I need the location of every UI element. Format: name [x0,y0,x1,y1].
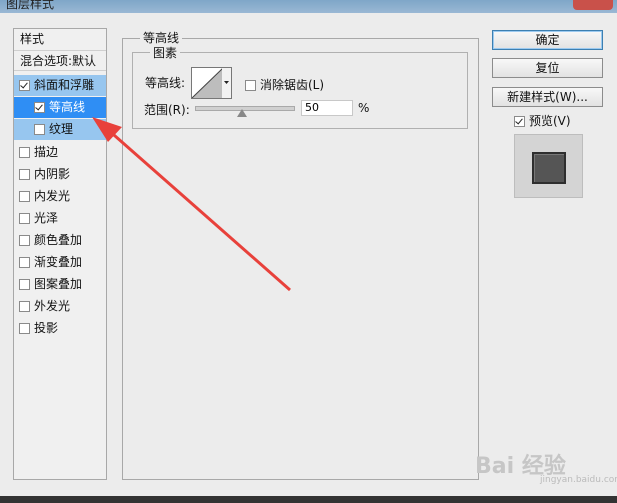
baidu-watermark-url: jingyan.baidu.com [540,475,617,485]
taskbar-strip [0,496,617,503]
annotation-arrow [92,117,291,292]
